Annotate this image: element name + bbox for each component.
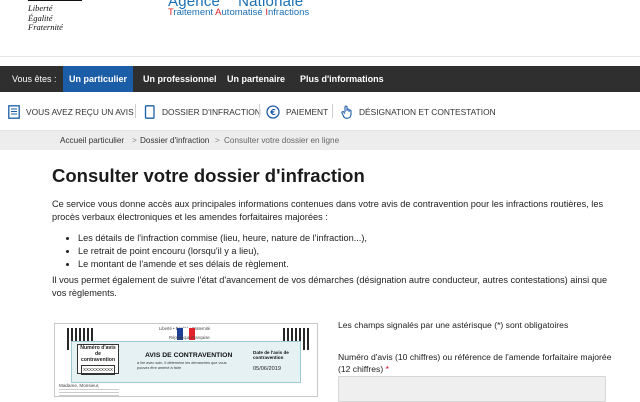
intro-paragraph: Ce service vous donne accès aux principa… xyxy=(52,199,604,222)
audience-label: Vous êtes : xyxy=(12,74,57,84)
svg-text:€: € xyxy=(269,108,276,117)
tab-professionnel[interactable]: Un professionnel xyxy=(137,66,223,92)
motto-fraternite: Fraternité xyxy=(28,22,63,32)
document-list-icon xyxy=(8,105,20,119)
outro-paragraph: Il vous permet également de suivre l'éta… xyxy=(52,275,608,298)
service-nav: VOUS AVEZ REÇU UN AVIS DOSSIER D'INFRACT… xyxy=(0,92,640,131)
tab-plus-informations[interactable]: Plus d'informations xyxy=(294,66,390,92)
avis-title: AVIS DE CONTRAVENTION xyxy=(145,352,233,359)
list-item: Le montant de l'amende et ses délais de … xyxy=(64,258,624,271)
avis-number-input[interactable] xyxy=(338,376,606,402)
avis-body-text-lines xyxy=(59,389,119,396)
breadcrumb: Accueil particulier > Dossier d'infracti… xyxy=(0,131,640,150)
nav-label: DOSSIER D'INFRACTION xyxy=(162,107,261,117)
page-title: Consulter votre dossier d'infraction xyxy=(52,165,365,186)
list-item: Les détails de l'infraction commise (lie… xyxy=(64,232,624,245)
list-item: Le retrait de point encouru (lorsqu'il y… xyxy=(64,245,624,258)
tab-partenaire[interactable]: Un partenaire xyxy=(221,66,291,92)
nav-label: VOUS AVEZ REÇU UN AVIS xyxy=(26,107,134,117)
avis-greeting: Madame, Monsieur, xyxy=(59,383,100,388)
breadcrumb-separator: > xyxy=(132,136,137,145)
nav-label: DÉSIGNATION ET CONTESTATION xyxy=(359,107,496,117)
info-bullet-list: Les détails de l'infraction commise (lie… xyxy=(64,232,624,271)
avis-subtitle: à lire avec soin. Il détermine les démar… xyxy=(137,361,227,370)
required-asterisk: * xyxy=(385,364,389,374)
antai-logo[interactable]: Agence Nationale Traitement Automatisé In… xyxy=(168,0,321,18)
avis-contravention-example-image: Liberté • Égalité • Fraternité Républiqu… xyxy=(54,323,318,397)
nav-dossier-infraction[interactable]: DOSSIER D'INFRACTION xyxy=(144,105,261,119)
nav-paiement[interactable]: € PAIEMENT xyxy=(266,105,328,119)
breadcrumb-dossier-infraction[interactable]: Dossier d'infraction xyxy=(140,136,209,145)
avis-republique: République Française xyxy=(169,335,210,340)
avis-date-label: Date de l'avis de contravention xyxy=(253,350,289,360)
nav-divider xyxy=(332,104,333,118)
logo-subtitle: Traitement Automatisé Infractions xyxy=(168,7,310,18)
avis-number-box: Numéro d'avis de contravention XXXXXXXXX… xyxy=(77,344,119,375)
euro-icon: € xyxy=(266,105,280,119)
breadcrumb-accueil-particulier[interactable]: Accueil particulier xyxy=(60,136,124,145)
breadcrumb-current-page: Consulter votre dossier en ligne xyxy=(224,136,340,145)
avis-number-field-label: Numéro d'avis (10 chiffres) ou référence… xyxy=(338,352,612,374)
nav-vous-avez-recu-un-avis[interactable]: VOUS AVEZ REÇU UN AVIS xyxy=(8,105,134,119)
republic-motto: Liberté Égalité Fraternité xyxy=(28,3,63,33)
folder-icon xyxy=(144,105,156,119)
nav-label: PAIEMENT xyxy=(286,107,329,117)
avis-number-label: Numéro d'avis de contravention xyxy=(80,345,116,363)
avis-number-value: XXXXXXXXXX xyxy=(81,365,115,375)
site-header: Liberté Égalité Fraternité Agence Nationa… xyxy=(0,0,640,58)
republique-francaise-wordmark xyxy=(28,0,82,1)
header-divider xyxy=(0,56,640,57)
audience-bar: Vous êtes : Un particulier Un profession… xyxy=(0,66,640,92)
required-fields-note: Les champs signalés par une astérisque (… xyxy=(338,320,569,330)
hand-pointer-icon xyxy=(341,105,353,119)
nav-divider xyxy=(135,104,136,118)
breadcrumb-separator: > xyxy=(215,136,220,145)
tab-particulier[interactable]: Un particulier xyxy=(63,66,134,92)
nav-divider xyxy=(259,104,260,118)
nav-designation-contestation[interactable]: DÉSIGNATION ET CONTESTATION xyxy=(341,105,496,119)
avis-date-value: 05/06/2019 xyxy=(253,366,281,372)
